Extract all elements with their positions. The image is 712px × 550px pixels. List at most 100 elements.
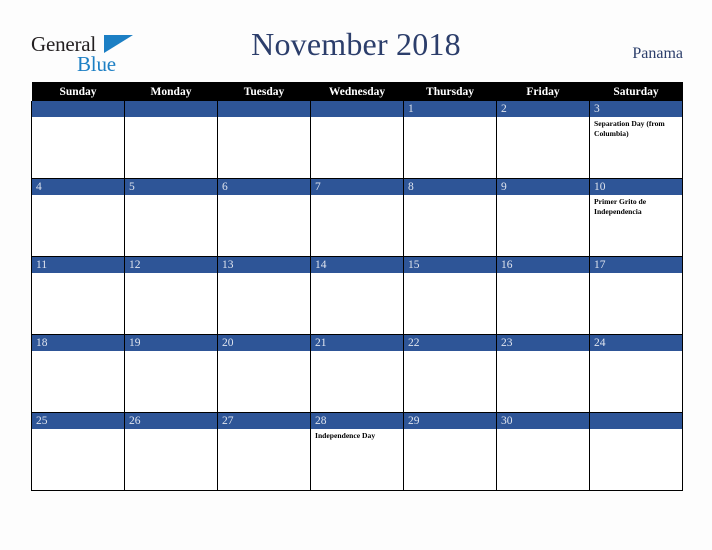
day-cell-8[interactable]: 8 bbox=[403, 178, 497, 257]
day-cell-empty[interactable] bbox=[124, 101, 218, 179]
calendar-week-row: 11 12 13 14 15 16 17 bbox=[31, 256, 683, 335]
day-cell-27[interactable]: 27 bbox=[217, 412, 311, 491]
day-number bbox=[32, 101, 124, 117]
day-cell-1[interactable]: 1 bbox=[403, 101, 497, 179]
day-cell-inner: 26 bbox=[125, 413, 217, 490]
day-cell-5[interactable]: 5 bbox=[124, 178, 218, 257]
day-number: 29 bbox=[404, 413, 496, 429]
day-cell-inner: 13 bbox=[218, 257, 310, 334]
day-cell-inner: 1 bbox=[404, 101, 496, 178]
day-cell-inner: 23 bbox=[497, 335, 589, 412]
weekday-header-monday: Monday bbox=[124, 82, 218, 101]
day-cell-inner: 14 bbox=[311, 257, 403, 334]
day-cell-19[interactable]: 19 bbox=[124, 334, 218, 413]
day-number: 17 bbox=[590, 257, 682, 273]
day-number bbox=[218, 101, 310, 117]
calendar-week-row: 1 2 3 Separation Day (from Columbia) bbox=[31, 101, 683, 179]
day-cell-inner: 11 bbox=[32, 257, 124, 334]
day-cell-10[interactable]: 10 Primer Grito de Independencia bbox=[589, 178, 683, 257]
day-number: 4 bbox=[32, 179, 124, 195]
day-number: 19 bbox=[125, 335, 217, 351]
day-cell-inner: 9 bbox=[497, 179, 589, 256]
day-cell-26[interactable]: 26 bbox=[124, 412, 218, 491]
day-number: 21 bbox=[311, 335, 403, 351]
holiday-label: Independence Day bbox=[315, 431, 376, 440]
calendar-week-row: 25 26 27 28 Independence Day 29 30 bbox=[31, 412, 683, 491]
calendar-body: 1 2 3 Separation Day (from Columbia) 4 5 6 7 8 9 1… bbox=[31, 101, 683, 491]
day-cell-24[interactable]: 24 bbox=[589, 334, 683, 413]
day-cell-inner: 7 bbox=[311, 179, 403, 256]
day-number: 1 bbox=[404, 101, 496, 117]
day-cell-17[interactable]: 17 bbox=[589, 256, 683, 335]
day-number: 14 bbox=[311, 257, 403, 273]
day-number: 11 bbox=[32, 257, 124, 273]
day-number: 18 bbox=[32, 335, 124, 351]
day-cell-inner bbox=[218, 101, 310, 178]
day-cell-20[interactable]: 20 bbox=[217, 334, 311, 413]
day-number: 5 bbox=[125, 179, 217, 195]
day-cell-12[interactable]: 12 bbox=[124, 256, 218, 335]
day-cell-25[interactable]: 25 bbox=[31, 412, 125, 491]
day-cell-14[interactable]: 14 bbox=[310, 256, 404, 335]
day-number: 6 bbox=[218, 179, 310, 195]
day-cell-inner: 30 bbox=[497, 413, 589, 490]
day-cell-empty[interactable] bbox=[217, 101, 311, 179]
day-number: 8 bbox=[404, 179, 496, 195]
day-cell-11[interactable]: 11 bbox=[31, 256, 125, 335]
page-title: November 2018 bbox=[251, 26, 461, 62]
holiday-label: Primer Grito de Independencia bbox=[594, 197, 647, 216]
page-header: General Blue November 2018 Panama bbox=[0, 0, 712, 82]
day-number: 16 bbox=[497, 257, 589, 273]
day-cell-18[interactable]: 18 bbox=[31, 334, 125, 413]
day-number: 27 bbox=[218, 413, 310, 429]
day-cell-3[interactable]: 3 Separation Day (from Columbia) bbox=[589, 101, 683, 179]
day-number: 20 bbox=[218, 335, 310, 351]
day-number: 2 bbox=[497, 101, 589, 117]
day-cell-30[interactable]: 30 bbox=[496, 412, 590, 491]
day-cell-empty[interactable] bbox=[31, 101, 125, 179]
day-cell-inner bbox=[32, 101, 124, 178]
day-cell-22[interactable]: 22 bbox=[403, 334, 497, 413]
weekday-header-thursday: Thursday bbox=[403, 82, 497, 101]
day-cell-inner: 20 bbox=[218, 335, 310, 412]
day-cell-inner: 17 bbox=[590, 257, 682, 334]
calendar-grid: Sunday Monday Tuesday Wednesday Thursday Frid… bbox=[31, 82, 683, 491]
day-cell-7[interactable]: 7 bbox=[310, 178, 404, 257]
day-cell-inner: 3 Separation Day (from Columbia) bbox=[590, 101, 682, 178]
day-cell-16[interactable]: 16 bbox=[496, 256, 590, 335]
day-number bbox=[311, 101, 403, 117]
day-cell-4[interactable]: 4 bbox=[31, 178, 125, 257]
holiday-label: Separation Day (from Columbia) bbox=[594, 119, 665, 138]
day-number: 7 bbox=[311, 179, 403, 195]
day-number: 30 bbox=[497, 413, 589, 429]
weekday-header-saturday: Saturday bbox=[589, 82, 683, 101]
day-number: 24 bbox=[590, 335, 682, 351]
day-cell-inner: 5 bbox=[125, 179, 217, 256]
day-number: 3 bbox=[590, 101, 682, 117]
day-cell-29[interactable]: 29 bbox=[403, 412, 497, 491]
day-cell-empty[interactable] bbox=[310, 101, 404, 179]
day-cell-15[interactable]: 15 bbox=[403, 256, 497, 335]
day-cell-28[interactable]: 28 Independence Day bbox=[310, 412, 404, 491]
day-cell-empty[interactable] bbox=[589, 412, 683, 491]
day-number: 13 bbox=[218, 257, 310, 273]
calendar-header-row: Sunday Monday Tuesday Wednesday Thursday Frid… bbox=[31, 82, 683, 101]
day-cell-inner: 12 bbox=[125, 257, 217, 334]
day-cell-inner bbox=[590, 413, 682, 490]
day-number: 15 bbox=[404, 257, 496, 273]
weekday-header-sunday: Sunday bbox=[31, 82, 125, 101]
day-cell-6[interactable]: 6 bbox=[217, 178, 311, 257]
day-cell-9[interactable]: 9 bbox=[496, 178, 590, 257]
day-cell-inner: 21 bbox=[311, 335, 403, 412]
weekday-header-wednesday: Wednesday bbox=[310, 82, 404, 101]
calendar-week-row: 4 5 6 7 8 9 10 Primer Grito de Independencia bbox=[31, 178, 683, 257]
day-cell-2[interactable]: 2 bbox=[496, 101, 590, 179]
day-cell-inner: 24 bbox=[590, 335, 682, 412]
day-number: 25 bbox=[32, 413, 124, 429]
day-cell-inner: 25 bbox=[32, 413, 124, 490]
weekday-header: Sunday Monday Tuesday Wednesday Thursday Frid… bbox=[31, 82, 683, 101]
day-cell-21[interactable]: 21 bbox=[310, 334, 404, 413]
day-cell-23[interactable]: 23 bbox=[496, 334, 590, 413]
day-cell-inner: 22 bbox=[404, 335, 496, 412]
day-cell-13[interactable]: 13 bbox=[217, 256, 311, 335]
